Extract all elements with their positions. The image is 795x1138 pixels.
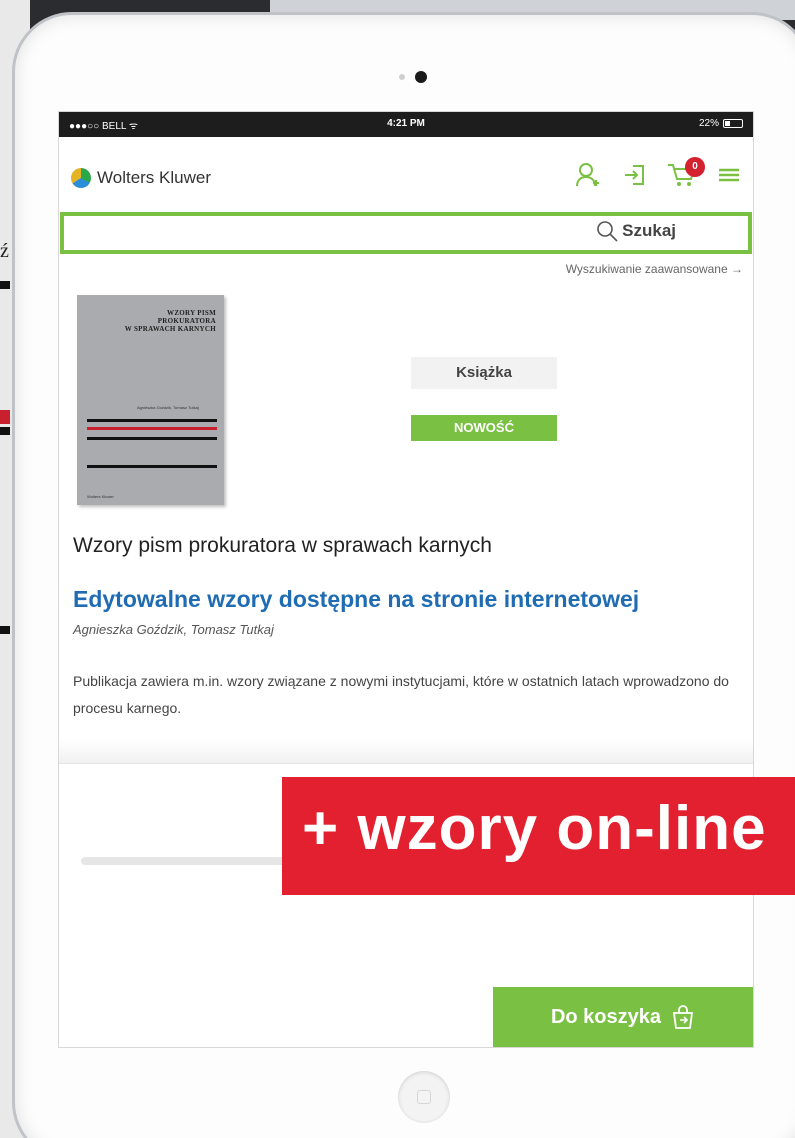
home-square-icon <box>417 1090 431 1104</box>
login-icon[interactable] <box>623 163 645 187</box>
battery-percent: 22% <box>698 118 719 129</box>
search-bar: Szukaj <box>60 212 752 254</box>
battery-icon <box>723 119 743 128</box>
cart-count-badge: 0 <box>685 157 705 177</box>
battery-status: 22% <box>699 118 743 129</box>
menu-icon[interactable] <box>719 167 739 183</box>
shopping-bag-icon <box>673 1005 694 1029</box>
new-badge: NOWOŚĆ <box>411 415 557 441</box>
section-divider <box>59 740 753 764</box>
product-description: Publikacja zawiera m.in. wzory związane … <box>73 673 729 716</box>
product-subtitle[interactable]: Edytowalne wzory dostępne na stronie int… <box>73 586 639 613</box>
advanced-search-link[interactable]: Wyszukiwanie zaawansowane → <box>59 254 753 276</box>
promo-banner-text: + wzory on-line <box>302 794 767 863</box>
book-cover-line <box>87 465 217 468</box>
search-button[interactable]: Szukaj <box>596 220 676 242</box>
add-to-cart-button[interactable]: Do koszyka <box>493 987 753 1047</box>
search-icon <box>597 221 618 242</box>
add-to-cart-label: Do koszyka <box>550 1005 662 1028</box>
tablet-screen: ●●●○○ BELL ᯤ 4:21 PM 22% Wolters Kluwer … <box>58 111 754 1048</box>
camera-icon <box>415 71 427 83</box>
book-cover-title-line: WZORY PISM <box>167 309 216 317</box>
brand-name: Wolters Kluwer <box>97 168 211 187</box>
search-button-label: Szukaj <box>622 221 676 240</box>
background-red-mark <box>0 410 10 424</box>
product-title: Wzory pism prokuratora w sprawach karnyc… <box>73 534 492 557</box>
home-button[interactable] <box>398 1071 450 1123</box>
brand-logo-icon <box>71 168 91 188</box>
book-cover-line <box>87 419 217 422</box>
book-cover-image[interactable]: WZORY PISM PROKURATORA W SPRAWACH KARNYC… <box>77 295 224 505</box>
book-cover-authors: Agnieszka Goździk, Tomasz Tutkaj <box>137 405 199 410</box>
book-cover-publisher: Wolters Kluwer <box>87 494 114 499</box>
status-time: 4:21 PM <box>387 118 425 129</box>
book-cover-line <box>87 437 217 440</box>
book-cover-title-line: PROKURATORA <box>157 317 216 325</box>
promo-banner: + wzory on-line <box>282 777 795 895</box>
background-mark <box>0 626 10 634</box>
book-cover-title: WZORY PISM PROKURATORA W SPRAWACH KARNYC… <box>76 309 216 333</box>
brand-logo[interactable]: Wolters Kluwer <box>71 168 211 188</box>
product-type-label: Książka <box>411 357 557 389</box>
user-add-icon[interactable] <box>575 162 601 188</box>
search-input[interactable]: Szukaj <box>64 216 748 250</box>
background-mark <box>0 281 10 289</box>
product-authors: Agnieszka Goździk, Tomasz Tutkaj <box>73 622 274 637</box>
header-actions: 0 <box>575 157 739 189</box>
site-header: Wolters Kluwer 0 <box>59 137 753 212</box>
cart-icon[interactable]: 0 <box>667 157 705 189</box>
book-cover-title-line: W SPRAWACH KARNYCH <box>124 325 216 333</box>
proximity-sensor <box>399 74 405 80</box>
background-mark <box>0 427 10 435</box>
status-bar: ●●●○○ BELL ᯤ 4:21 PM 22% <box>59 112 753 137</box>
background-glyph: ź <box>0 240 9 262</box>
book-cover-red-line <box>87 427 217 430</box>
